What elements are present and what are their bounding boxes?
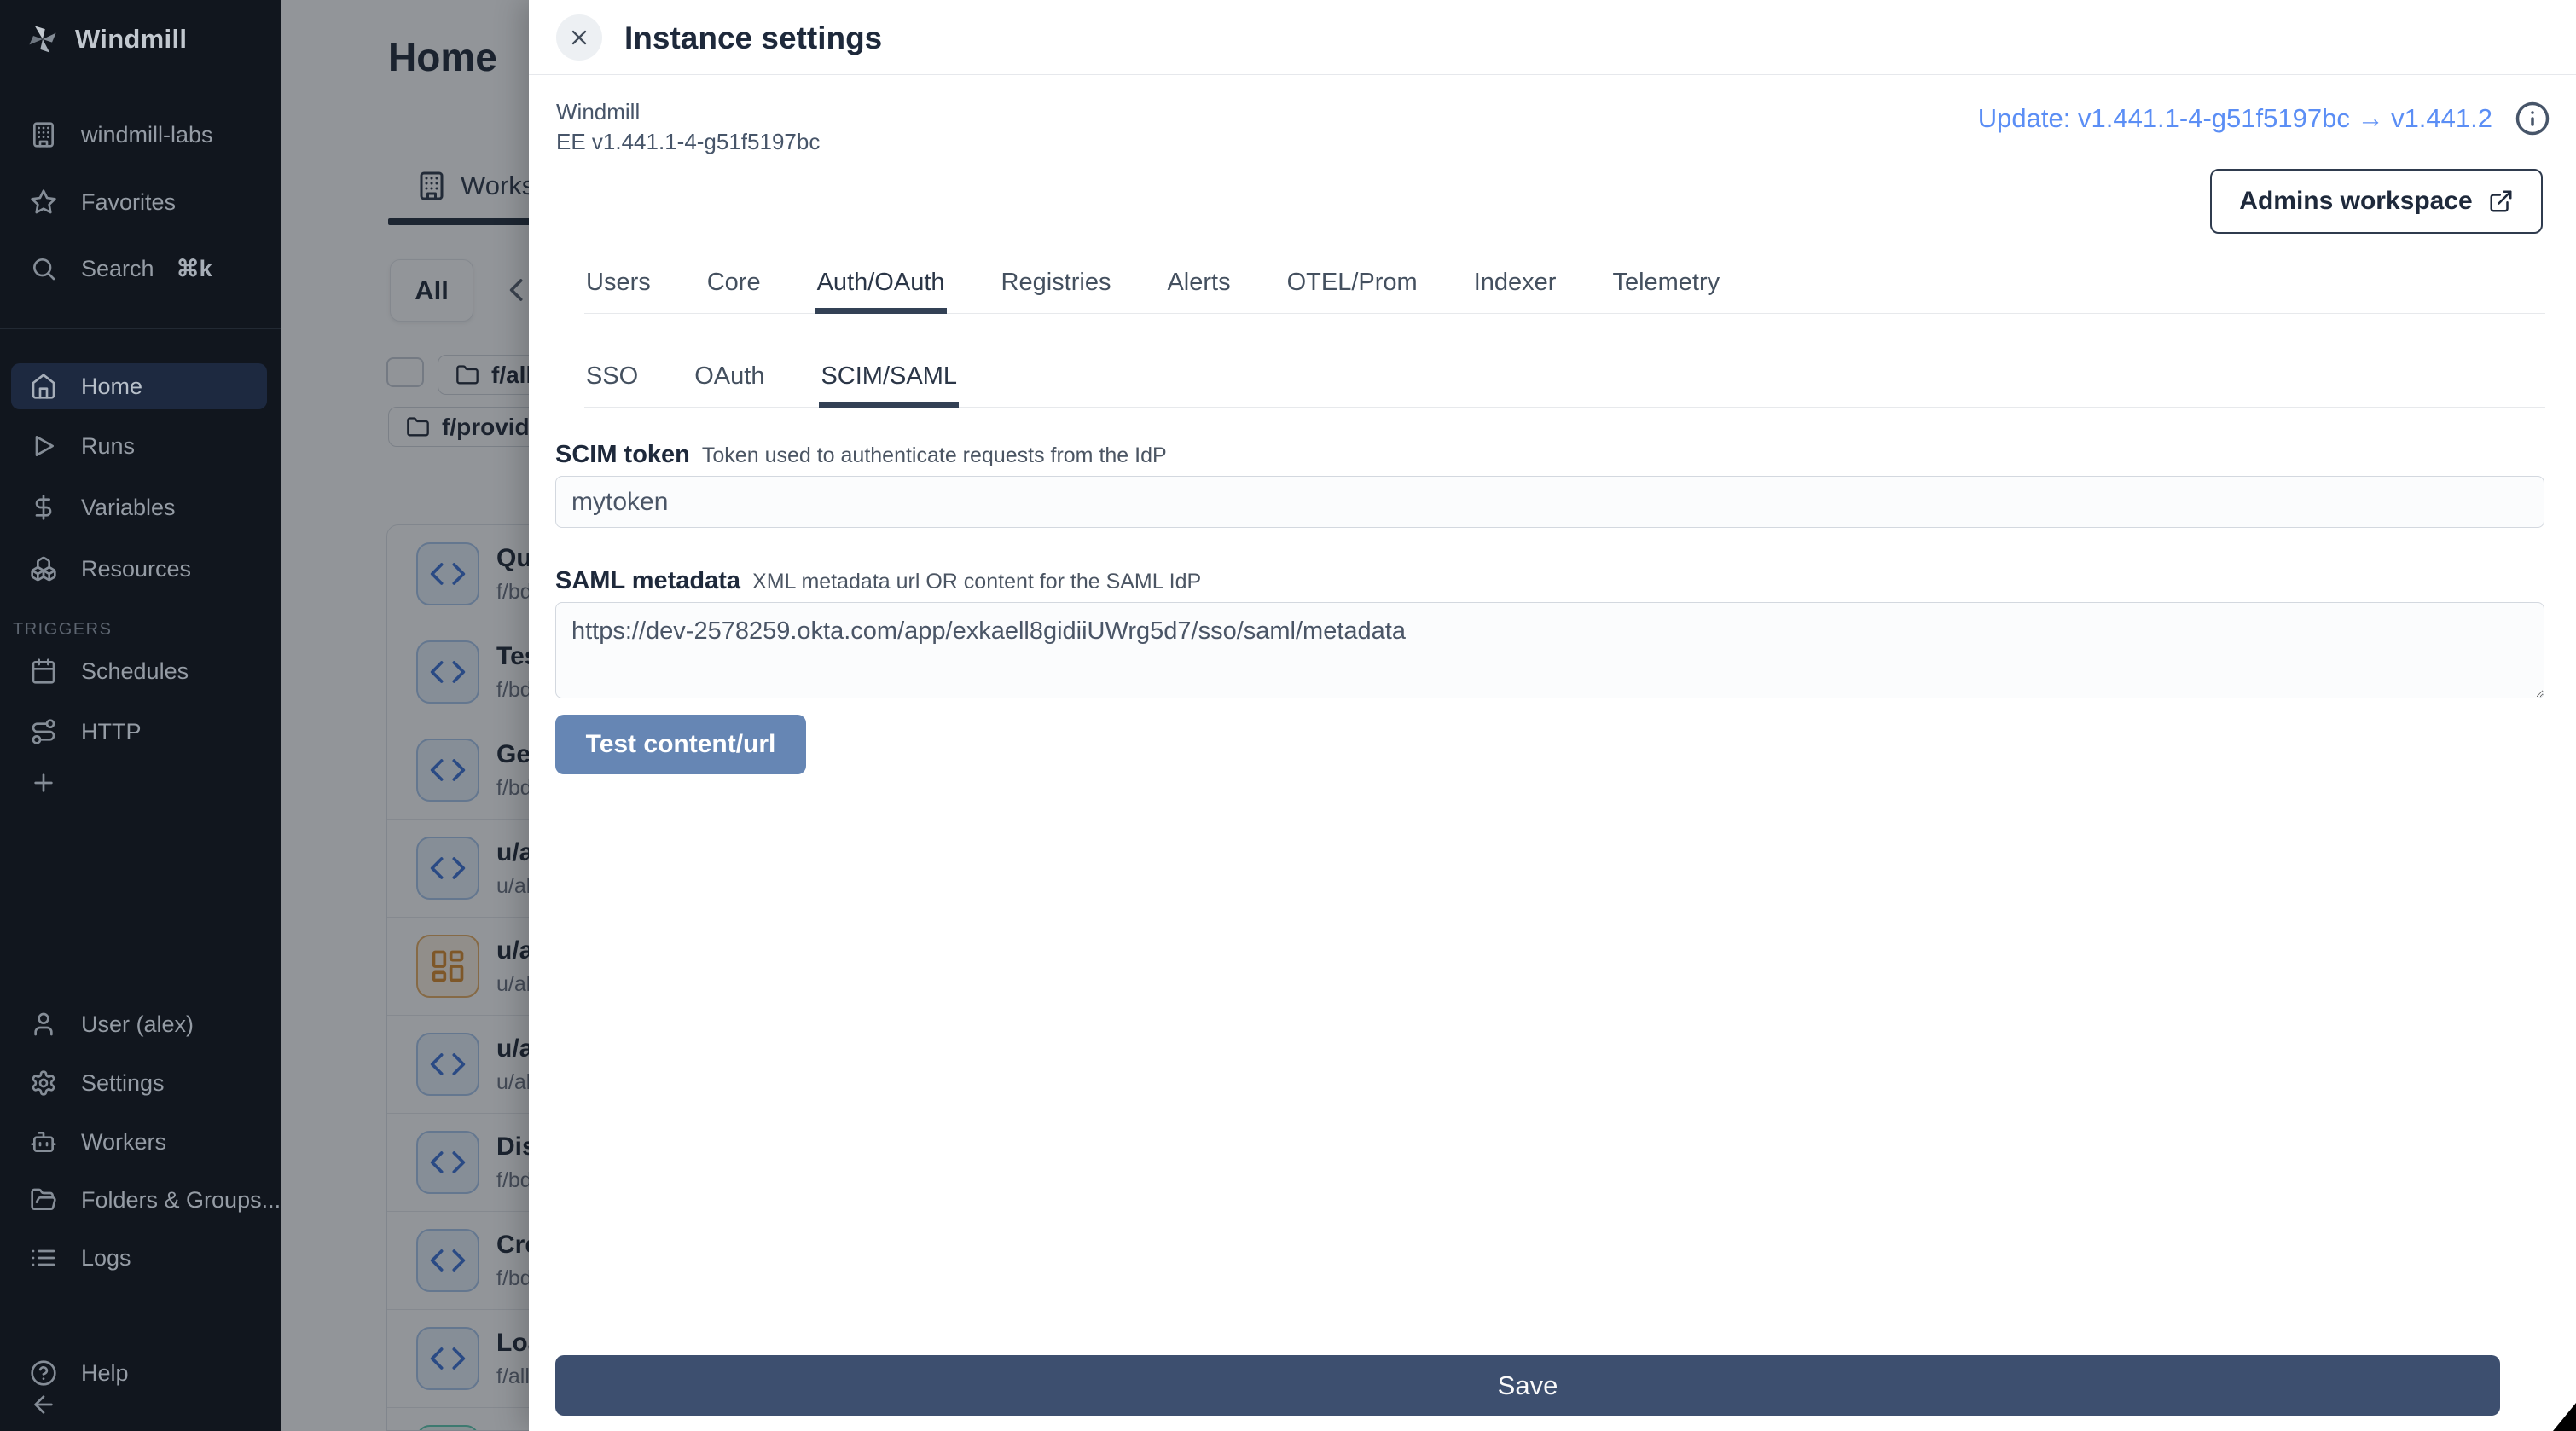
- instance-settings-drawer: Instance settings Windmill EE v1.441.1-4…: [529, 0, 2576, 1431]
- runs-label: Runs: [81, 433, 135, 460]
- version-text: EE v1.441.1-4-g51f5197bc: [556, 127, 820, 157]
- tab-alerts[interactable]: Alerts: [1165, 258, 1232, 314]
- version-block: Windmill EE v1.441.1-4-g51f5197bc: [556, 97, 820, 157]
- subtab-oauth[interactable]: OAuth: [693, 351, 766, 408]
- close-button[interactable]: [556, 14, 602, 61]
- tab-core[interactable]: Core: [705, 258, 763, 314]
- boxes-icon: [30, 555, 57, 582]
- settings-tabs: Users Core Auth/OAuth Registries Alerts OTEL/…: [584, 258, 2545, 314]
- user-icon: [30, 1011, 57, 1038]
- subtab-scim-saml[interactable]: SCIM/SAML: [819, 351, 959, 408]
- mouse-cursor: [2553, 1403, 2576, 1431]
- sidebar-item-settings[interactable]: Settings: [11, 1060, 267, 1106]
- scim-token-description: Token used to authenticate requests from…: [702, 443, 1167, 468]
- building-icon: [30, 121, 57, 148]
- admins-workspace-label: Admins workspace: [2239, 187, 2472, 216]
- dollar-icon: [30, 494, 57, 521]
- tab-indexer[interactable]: Indexer: [1472, 258, 1558, 314]
- workers-label: Workers: [81, 1129, 166, 1156]
- user-label: User (alex): [81, 1011, 194, 1038]
- sidebar-item-http[interactable]: HTTP: [11, 709, 267, 755]
- resources-label: Resources: [81, 556, 191, 582]
- sidebar-item-runs[interactable]: Runs: [11, 423, 267, 469]
- bot-icon: [30, 1128, 57, 1156]
- play-icon: [30, 432, 57, 460]
- logs-label: Logs: [81, 1245, 131, 1272]
- plus-icon: [30, 769, 57, 797]
- app-name: Windmill: [556, 97, 820, 127]
- sidebar-item-user[interactable]: User (alex): [11, 1001, 267, 1047]
- app-title: Windmill: [75, 24, 187, 55]
- sidebar-collapse-button[interactable]: [11, 1382, 267, 1428]
- http-label: HTTP: [81, 719, 142, 745]
- tab-auth-oauth[interactable]: Auth/OAuth: [815, 258, 947, 314]
- home-icon: [30, 373, 57, 400]
- settings-label: Settings: [81, 1070, 165, 1097]
- info-icon[interactable]: [2515, 101, 2550, 136]
- sidebar-item-workspace[interactable]: windmill-labs: [11, 112, 267, 158]
- arrow-left-icon: [30, 1391, 57, 1418]
- sidebar-item-resources[interactable]: Resources: [11, 546, 267, 592]
- sidebar-add-trigger[interactable]: [11, 760, 267, 806]
- sidebar-divider: [0, 328, 281, 329]
- sidebar: Windmill windmill-labs Favorites Search …: [0, 0, 281, 1431]
- route-icon: [30, 718, 57, 745]
- star-icon: [30, 188, 57, 216]
- subtab-sso[interactable]: SSO: [584, 351, 640, 408]
- sidebar-item-variables[interactable]: Variables: [11, 484, 267, 530]
- tab-registries[interactable]: Registries: [1000, 258, 1113, 314]
- search-icon: [30, 255, 57, 282]
- scim-token-input[interactable]: [555, 476, 2544, 528]
- triggers-section-label: TRIGGERS: [13, 620, 112, 640]
- variables-label: Variables: [81, 495, 176, 521]
- saml-metadata-label: SAML metadata: [555, 567, 740, 595]
- app-screen: Windmill windmill-labs Favorites Search …: [0, 0, 2576, 1431]
- favorites-label: Favorites: [81, 189, 176, 216]
- sidebar-item-folders-groups[interactable]: Folders & Groups...: [11, 1177, 267, 1223]
- scim-token-label-row: SCIM token Token used to authenticate re…: [555, 441, 1167, 469]
- scim-token-label: SCIM token: [555, 441, 690, 469]
- schedules-label: Schedules: [81, 658, 189, 685]
- saml-metadata-description: XML metadata url OR content for the SAML…: [752, 570, 1201, 594]
- saml-metadata-textarea[interactable]: https://dev-2578259.okta.com/app/exkaell…: [555, 602, 2544, 698]
- sidebar-item-schedules[interactable]: Schedules: [11, 648, 267, 694]
- sidebar-item-favorites[interactable]: Favorites: [11, 179, 267, 225]
- folder-open-icon: [30, 1186, 57, 1214]
- gear-icon: [30, 1069, 57, 1097]
- admins-workspace-button[interactable]: Admins workspace: [2210, 169, 2543, 234]
- auth-subtabs: SSO OAuth SCIM/SAML: [584, 351, 2545, 408]
- tab-otel-prom[interactable]: OTEL/Prom: [1285, 258, 1419, 314]
- windmill-logo-icon: [24, 20, 61, 58]
- logo-row[interactable]: Windmill: [0, 0, 281, 78]
- tab-telemetry[interactable]: Telemetry: [1610, 258, 1721, 314]
- close-icon: [567, 26, 591, 49]
- update-row: Update: v1.441.1-4-g51f5197bc → v1.441.2: [1978, 101, 2550, 136]
- list-icon: [30, 1244, 57, 1272]
- calendar-icon: [30, 658, 57, 685]
- workspace-name: windmill-labs: [81, 122, 213, 148]
- external-link-icon: [2488, 188, 2514, 214]
- saml-metadata-label-row: SAML metadata XML metadata url OR conten…: [555, 567, 1201, 595]
- drawer-header: Instance settings: [529, 0, 2576, 75]
- sidebar-item-home[interactable]: Home: [11, 363, 267, 409]
- sidebar-item-search[interactable]: Search ⌘k: [11, 246, 267, 292]
- sidebar-item-logs[interactable]: Logs: [11, 1235, 267, 1281]
- search-shortcut: ⌘k: [177, 256, 212, 282]
- home-label: Home: [81, 374, 142, 400]
- test-content-url-button[interactable]: Test content/url: [555, 715, 806, 774]
- folders-groups-label: Folders & Groups...: [81, 1187, 281, 1214]
- sidebar-item-workers[interactable]: Workers: [11, 1119, 267, 1165]
- save-button[interactable]: Save: [555, 1355, 2500, 1416]
- drawer-title: Instance settings: [624, 20, 882, 56]
- tab-users[interactable]: Users: [584, 258, 653, 314]
- search-label: Search: [81, 256, 154, 282]
- update-link[interactable]: Update: v1.441.1-4-g51f5197bc → v1.441.2: [1978, 103, 2492, 134]
